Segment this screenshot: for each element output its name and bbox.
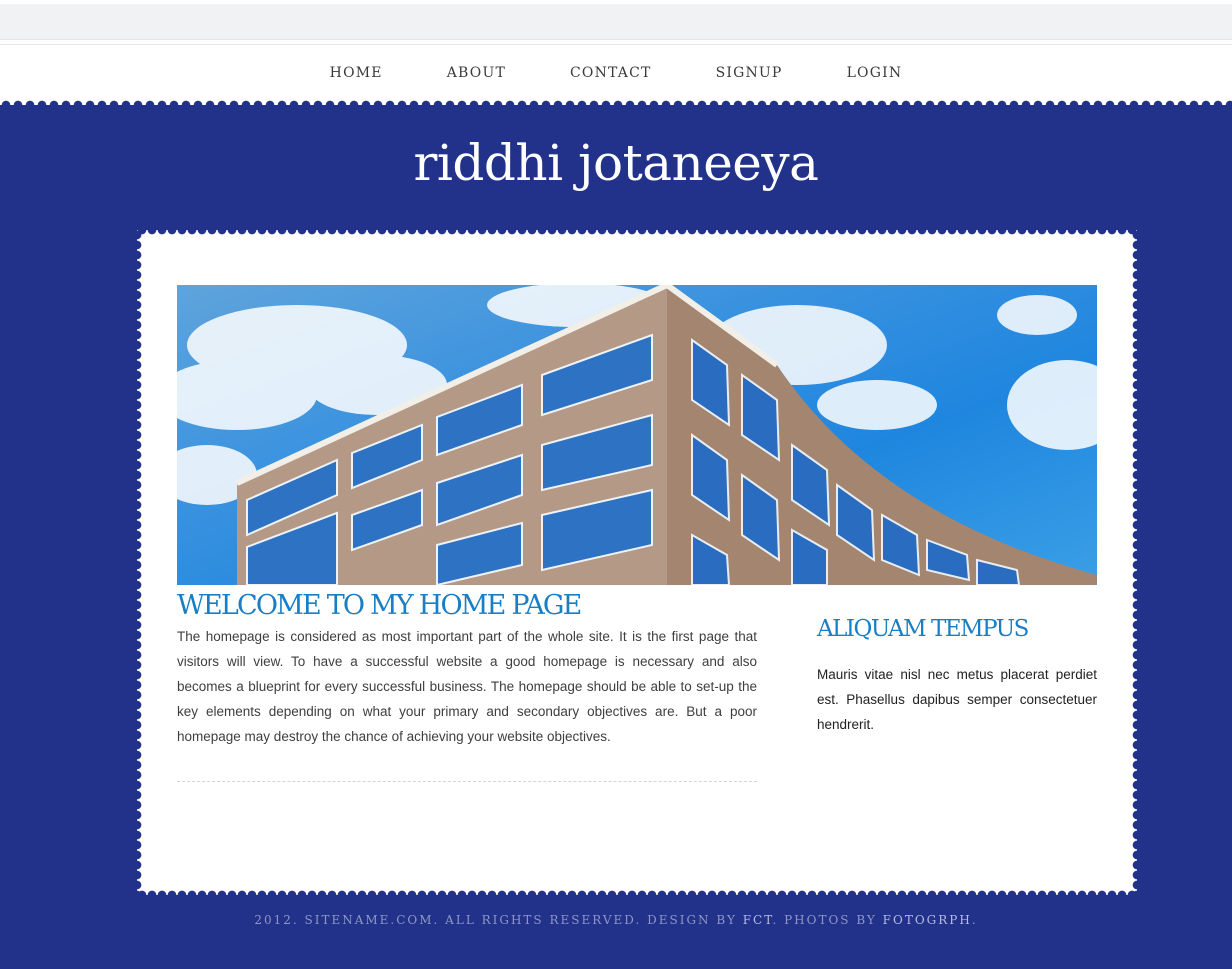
welcome-heading: WELCOME TO MY HOME PAGE	[177, 590, 582, 621]
stamp-perforation-bottom	[137, 890, 1137, 900]
footer-end: .	[971, 913, 978, 927]
main-navigation: HOME ABOUT CONTACT SIGNUP LOGIN	[0, 44, 1232, 111]
nav-about-link[interactable]: ABOUT	[447, 65, 506, 81]
nav-list: HOME ABOUT CONTACT SIGNUP LOGIN	[0, 45, 1232, 101]
content-stamp-panel: WELCOME TO MY HOME PAGE The homepage is …	[132, 225, 1142, 900]
stamp-perforation-top	[137, 225, 1137, 235]
site-title: riddhi jotaneeya	[413, 134, 819, 192]
footer-photos-link[interactable]: FOTOGRPH	[883, 913, 972, 927]
footer-copyright: 2012. SITENAME.COM. ALL RIGHTS RESERVED.…	[254, 913, 743, 927]
sidebar-heading: ALIQUAM TEMPUS	[817, 616, 1029, 642]
hero-building-image	[177, 285, 1097, 585]
welcome-paragraph: The homepage is considered as most impor…	[177, 629, 757, 744]
nav-login-link[interactable]: LOGIN	[847, 65, 903, 81]
nav-contact-link[interactable]: CONTACT	[570, 65, 652, 81]
nav-signup-link[interactable]: SIGNUP	[716, 65, 783, 81]
footer-photos-text: . PHOTOS BY	[772, 913, 883, 927]
scalloped-edge	[0, 99, 1232, 111]
stamp-perforation-right	[1132, 230, 1142, 895]
dashed-divider	[177, 781, 757, 782]
footer-design-link[interactable]: FCT	[743, 913, 773, 927]
browser-top-bar	[0, 0, 1232, 44]
sidebar-paragraph: Mauris vitae nisl nec metus placerat per…	[817, 667, 1097, 732]
nav-home-link[interactable]: HOME	[330, 65, 383, 81]
top-strip	[0, 4, 1232, 40]
stamp-perforation-left	[132, 230, 142, 895]
footer: 2012. SITENAME.COM. ALL RIGHTS RESERVED.…	[0, 913, 1232, 927]
